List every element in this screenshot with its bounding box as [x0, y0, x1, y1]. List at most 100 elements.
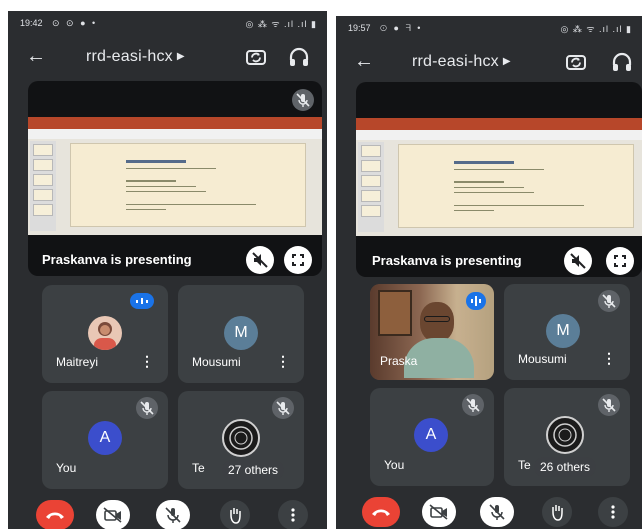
camera-off-icon	[429, 504, 448, 520]
mic-off-icon	[462, 394, 484, 416]
chevron-right-icon: ▶	[502, 56, 511, 68]
participant-name: Praska	[380, 354, 418, 368]
avatar-letter: M	[546, 314, 580, 348]
participant-tile[interactable]: M Mousumi ⋮	[178, 285, 304, 383]
mic-toggle-button[interactable]	[156, 500, 190, 529]
participant-tile[interactable]: Maitreyi ⋮	[42, 285, 168, 383]
participant-name: You	[384, 458, 405, 472]
slide-thumbnails	[30, 141, 56, 231]
chevron-right-icon: ▶	[176, 51, 185, 63]
meeting-title: rrd-easi-hcx	[412, 53, 499, 70]
volume-off-icon	[252, 252, 268, 268]
raise-hand-button[interactable]	[220, 500, 250, 529]
switch-camera-icon[interactable]	[244, 45, 268, 69]
fullscreen-button[interactable]	[606, 247, 634, 275]
more-options-button[interactable]	[278, 500, 308, 529]
end-call-button[interactable]	[36, 500, 74, 529]
avatar-letter: M	[224, 316, 258, 350]
mute-presentation-button[interactable]	[564, 247, 592, 275]
mic-off-icon	[136, 397, 158, 419]
camera-toggle-button[interactable]	[422, 497, 456, 527]
headphones-icon[interactable]	[287, 45, 311, 69]
mic-off-icon	[598, 290, 620, 312]
slide-canvas	[398, 144, 634, 228]
slide-thumbnails	[358, 142, 384, 232]
participant-name: Te	[518, 458, 531, 472]
mic-off-icon	[292, 89, 314, 111]
more-vert-icon	[291, 508, 295, 522]
call-controls	[8, 496, 327, 529]
call-controls	[336, 493, 642, 529]
presentation-tile[interactable]: Praskanva is presenting	[28, 81, 322, 276]
presentation-tile[interactable]: Praskanva is presenting	[356, 82, 642, 277]
meeting-title-button[interactable]: rrd-easi-hcx ▶	[412, 53, 511, 71]
group-logo-icon	[546, 416, 584, 454]
others-count: 27 others	[222, 460, 285, 480]
slide-canvas	[70, 143, 306, 227]
shared-slide	[356, 118, 642, 236]
others-count: 26 others	[534, 457, 597, 477]
phone-hangup-icon	[372, 509, 390, 516]
status-time: 19:57	[348, 23, 371, 33]
presenting-label: Praskanva is presenting	[42, 252, 192, 267]
meet-screen-2: 19:57 ⊙ ● ᖷ • ◎ ⁂ ᯤ .ıl .ıl ▮ ← rrd-easi…	[336, 16, 642, 529]
signal-battery-icons: ◎ ⁂ ᯤ .ıl .ıl ▮	[560, 24, 632, 34]
mic-off-icon	[165, 507, 181, 523]
more-vert-icon[interactable]: ⋮	[276, 353, 290, 370]
meeting-title: rrd-easi-hcx	[86, 48, 173, 65]
meeting-title-button[interactable]: rrd-easi-hcx ▶	[86, 48, 185, 66]
participant-tile-self[interactable]: A You	[42, 391, 168, 489]
status-time: 19:42	[20, 18, 43, 28]
participant-name: Mousumi	[192, 355, 241, 369]
mic-off-icon	[272, 397, 294, 419]
group-logo-icon	[222, 419, 260, 457]
notification-icons: ⊙ ● ᖷ •	[380, 23, 423, 33]
participant-video-tile[interactable]: Praska	[370, 284, 494, 380]
participant-name: Mousumi	[518, 352, 567, 366]
fullscreen-button[interactable]	[284, 246, 312, 274]
speaking-indicator-icon	[130, 293, 154, 309]
phone-hangup-icon	[46, 512, 64, 519]
more-vert-icon	[611, 505, 615, 519]
mic-off-icon	[598, 394, 620, 416]
participant-tile-self[interactable]: A You	[370, 388, 494, 486]
participant-name: Maitreyi	[56, 355, 99, 369]
mic-toggle-button[interactable]	[480, 497, 514, 527]
participant-name: Te	[192, 461, 205, 475]
camera-off-icon	[103, 507, 122, 523]
speaking-indicator-icon	[466, 292, 486, 310]
notification-icons: ⊙ ⊙ ● •	[52, 18, 98, 28]
avatar-letter: A	[414, 418, 448, 452]
participant-tile-others[interactable]: Te 26 others	[504, 388, 630, 486]
more-vert-icon[interactable]: ⋮	[140, 353, 154, 370]
headphones-icon[interactable]	[610, 50, 634, 74]
fullscreen-icon	[614, 255, 626, 267]
hand-icon	[230, 508, 241, 524]
back-arrow-icon[interactable]: ←	[26, 45, 46, 68]
status-bar: 19:42 ⊙ ⊙ ● • ◎ ⁂ ᯤ .ıl .ıl ▮	[8, 11, 327, 35]
raise-hand-button[interactable]	[542, 497, 572, 527]
more-vert-icon[interactable]: ⋮	[602, 350, 616, 367]
fullscreen-icon	[292, 254, 304, 266]
camera-toggle-button[interactable]	[96, 500, 130, 529]
back-arrow-icon[interactable]: ←	[354, 50, 374, 73]
status-bar: 19:57 ⊙ ● ᖷ • ◎ ⁂ ᯤ .ıl .ıl ▮	[336, 16, 642, 40]
switch-camera-icon[interactable]	[564, 50, 588, 74]
participant-tile[interactable]: M Mousumi ⋮	[504, 284, 630, 380]
shared-slide	[28, 117, 322, 235]
participant-name: You	[56, 461, 77, 475]
more-options-button[interactable]	[598, 497, 628, 527]
top-bar: ← rrd-easi-hcx ▶	[336, 42, 642, 82]
end-call-button[interactable]	[362, 497, 400, 527]
mic-off-icon	[489, 504, 505, 520]
avatar-letter: A	[88, 421, 122, 455]
meet-screen-1: 19:42 ⊙ ⊙ ● • ◎ ⁂ ᯤ .ıl .ıl ▮ ← rrd-easi…	[8, 11, 327, 529]
avatar-photo	[88, 316, 122, 350]
participant-tile-others[interactable]: Te 27 others	[178, 391, 304, 489]
hand-icon	[552, 505, 563, 521]
signal-battery-icons: ◎ ⁂ ᯤ .ıl .ıl ▮	[245, 19, 317, 29]
presenting-label: Praskanva is presenting	[372, 253, 522, 268]
mute-presentation-button[interactable]	[246, 246, 274, 274]
volume-off-icon	[570, 253, 586, 269]
top-bar: ← rrd-easi-hcx ▶	[8, 37, 327, 77]
